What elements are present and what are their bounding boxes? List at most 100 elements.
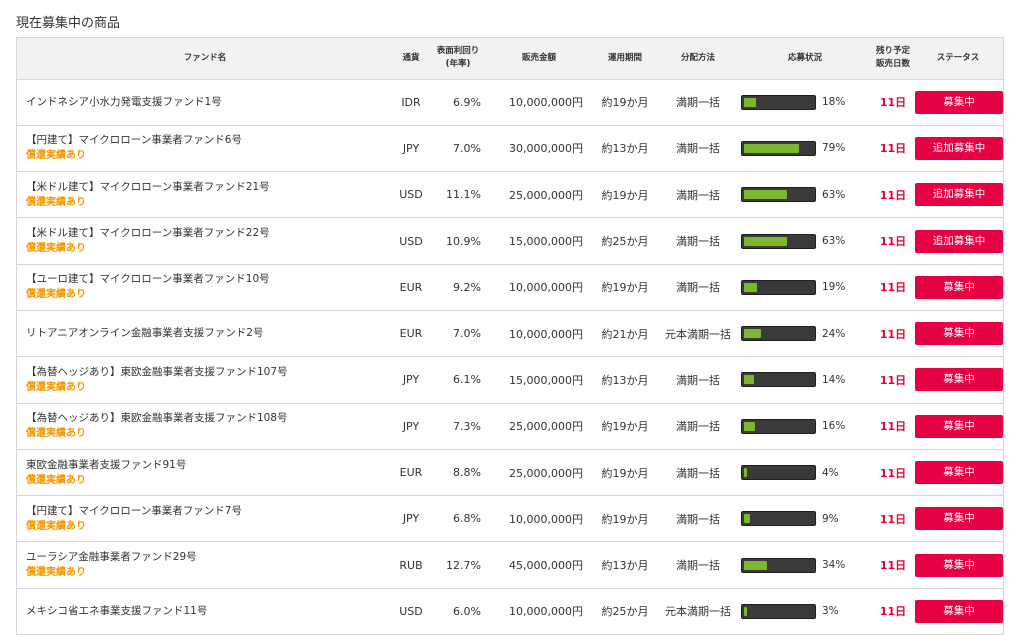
status-cell: 募集中: [913, 588, 1003, 635]
progress-bar: [741, 603, 816, 619]
amount-cell: 25,000,000円: [487, 403, 591, 450]
progress-cell: 3%: [737, 588, 873, 635]
table-row[interactable]: 東欧金融事業者支援ファンド91号 償還実績あり EUR 8.8% 25,000,000円…: [17, 449, 1003, 497]
period-cell: 約13か月: [591, 356, 659, 404]
redeem-badge: 償還実績あり: [26, 567, 86, 579]
header-distribution: 分配方法: [659, 38, 737, 80]
progress-percent: 19%: [822, 281, 846, 294]
fund-name-link[interactable]: メキシコ省エネ事業支援ファンド11号: [26, 604, 391, 619]
header-remaining-days: 残り予定 販売日数: [873, 38, 913, 80]
progress-bar: [741, 279, 816, 295]
table-row[interactable]: 【円建て】マイクロローン事業者ファンド6号 償還実績あり JPY 7.0% 30,000…: [17, 125, 1003, 173]
fund-name-link[interactable]: 【為替ヘッジあり】東欧金融事業者支援ファンド108号: [26, 411, 391, 426]
fund-name-link[interactable]: 【米ドル建て】マイクロローン事業者ファンド21号: [26, 180, 391, 195]
amount-cell: 10,000,000円: [487, 264, 591, 311]
fund-name-cell: 【ユーロ建て】マイクロローン事業者ファンド10号 償還実績あり: [17, 264, 393, 311]
progress-cell: 14%: [737, 356, 873, 404]
remaining-days-cell: 11日: [873, 79, 913, 126]
fund-table-body: インドネシア小水力発電支援ファンド1号 IDR 6.9% 10,000,000円 約19…: [17, 79, 1003, 635]
remaining-days-cell: 11日: [873, 310, 913, 358]
progress-percent: 14%: [822, 373, 846, 386]
progress-cell: 24%: [737, 310, 873, 358]
remaining-days: 11日: [879, 142, 907, 156]
table-row[interactable]: 【ユーロ建て】マイクロローン事業者ファンド10号 償還実績あり EUR 9.2% 10,…: [17, 264, 1003, 311]
table-row[interactable]: 【円建て】マイクロローン事業者ファンド7号 償還実績あり JPY 6.8% 10,000…: [17, 495, 1003, 543]
fund-name-link[interactable]: ユーラシア金融事業者ファンド29号: [26, 550, 391, 565]
progress-bar-fill: [744, 97, 757, 107]
fund-name-link[interactable]: 【米ドル建て】マイクロローン事業者ファンド22号: [26, 226, 391, 241]
fund-name-cell: インドネシア小水力発電支援ファンド1号: [17, 79, 393, 126]
amount-cell: 10,000,000円: [487, 310, 591, 358]
table-row[interactable]: メキシコ省エネ事業支援ファンド11号 USD 6.0% 10,000,000円 約25か…: [17, 588, 1003, 635]
remaining-days: 11日: [879, 188, 907, 202]
status-button[interactable]: 募集中: [915, 461, 1003, 485]
status-cell: 募集中: [913, 356, 1003, 404]
progress-bar-fill: [744, 282, 758, 292]
yield-cell: 10.9%: [429, 217, 487, 265]
fund-name-link[interactable]: 【ユーロ建て】マイクロローン事業者ファンド10号: [26, 272, 391, 287]
table-row[interactable]: 【為替ヘッジあり】東欧金融事業者支援ファンド108号 償還実績あり JPY 7.3% 2…: [17, 403, 1003, 450]
table-row[interactable]: インドネシア小水力発電支援ファンド1号 IDR 6.9% 10,000,000円 約19…: [17, 79, 1003, 126]
progress-bar: [741, 326, 816, 342]
status-button[interactable]: 募集中: [915, 275, 1003, 299]
status-button[interactable]: 追加募集中: [915, 136, 1003, 160]
fund-name-link[interactable]: 東欧金融事業者支援ファンド91号: [26, 458, 391, 473]
yield-cell: 7.0%: [429, 310, 487, 358]
table-row[interactable]: 【米ドル建て】マイクロローン事業者ファンド21号 償還実績あり USD 11.1% 25…: [17, 171, 1003, 219]
period-cell: 約19か月: [591, 171, 659, 219]
header-remaining-line1: 残り予定: [875, 46, 910, 57]
progress-percent: 63%: [822, 188, 846, 201]
fund-name-link[interactable]: 【円建て】マイクロローン事業者ファンド6号: [26, 133, 391, 148]
currency-cell: USD: [393, 217, 429, 265]
remaining-days: 11日: [879, 466, 907, 480]
distribution-cell: 元本満期一括: [659, 588, 737, 635]
fund-name-cell: 【円建て】マイクロローン事業者ファンド6号 償還実績あり: [17, 125, 393, 173]
status-cell: 募集中: [913, 264, 1003, 311]
fund-name-link[interactable]: 【円建て】マイクロローン事業者ファンド7号: [26, 504, 391, 519]
table-row[interactable]: 【米ドル建て】マイクロローン事業者ファンド22号 償還実績あり USD 10.9% 15…: [17, 217, 1003, 265]
progress-bar: [741, 94, 816, 110]
fund-name-cell: 【円建て】マイクロローン事業者ファンド7号 償還実績あり: [17, 495, 393, 543]
redeem-badge: 償還実績あり: [26, 243, 86, 255]
header-remaining-line2: 販売日数: [875, 59, 910, 70]
table-row[interactable]: 【為替ヘッジあり】東欧金融事業者支援ファンド107号 償還実績あり JPY 6.1% 1…: [17, 356, 1003, 404]
status-button[interactable]: 募集中: [915, 507, 1003, 531]
status-button[interactable]: 募集中: [915, 368, 1003, 392]
progress-percent: 79%: [822, 142, 846, 155]
status-button[interactable]: 追加募集中: [915, 229, 1003, 253]
remaining-days-cell: 11日: [873, 403, 913, 450]
status-button[interactable]: 追加募集中: [915, 183, 1003, 207]
redeem-badge: 償還実績あり: [26, 428, 86, 440]
progress-bar-fill: [744, 514, 751, 524]
redeem-badge: 償還実績あり: [26, 150, 86, 162]
currency-cell: RUB: [393, 541, 429, 589]
progress-bar: [741, 511, 816, 527]
remaining-days-cell: 11日: [873, 541, 913, 589]
header-period: 運用期間: [591, 38, 659, 80]
progress-bar-fill: [744, 329, 761, 339]
progress-cell: 63%: [737, 217, 873, 265]
status-button[interactable]: 募集中: [915, 599, 1003, 623]
yield-cell: 8.8%: [429, 449, 487, 497]
currency-cell: EUR: [393, 264, 429, 311]
progress-percent: 18%: [822, 96, 846, 109]
status-cell: 募集中: [913, 310, 1003, 358]
table-row[interactable]: リトアニアオンライン金融事業者支援ファンド2号 EUR 7.0% 10,000,000…: [17, 310, 1003, 358]
status-button[interactable]: 募集中: [915, 90, 1003, 114]
yield-cell: 7.3%: [429, 403, 487, 450]
progress-cell: 4%: [737, 449, 873, 497]
header-fund-name: ファンド名: [17, 38, 393, 80]
table-row[interactable]: ユーラシア金融事業者ファンド29号 償還実績あり RUB 12.7% 45,000,00…: [17, 541, 1003, 589]
progress-percent: 16%: [822, 420, 846, 433]
fund-name-link[interactable]: 【為替ヘッジあり】東欧金融事業者支援ファンド107号: [26, 365, 391, 380]
redeem-badge: 償還実績あり: [26, 474, 86, 486]
progress-percent: 9%: [822, 512, 839, 525]
status-button[interactable]: 募集中: [915, 322, 1003, 346]
currency-cell: JPY: [393, 495, 429, 543]
fund-name-link[interactable]: リトアニアオンライン金融事業者支援ファンド2号: [26, 326, 391, 341]
progress-cell: 63%: [737, 171, 873, 219]
status-button[interactable]: 募集中: [915, 414, 1003, 438]
yield-cell: 12.7%: [429, 541, 487, 589]
fund-name-link[interactable]: インドネシア小水力発電支援ファンド1号: [26, 95, 391, 110]
status-button[interactable]: 募集中: [915, 553, 1003, 577]
